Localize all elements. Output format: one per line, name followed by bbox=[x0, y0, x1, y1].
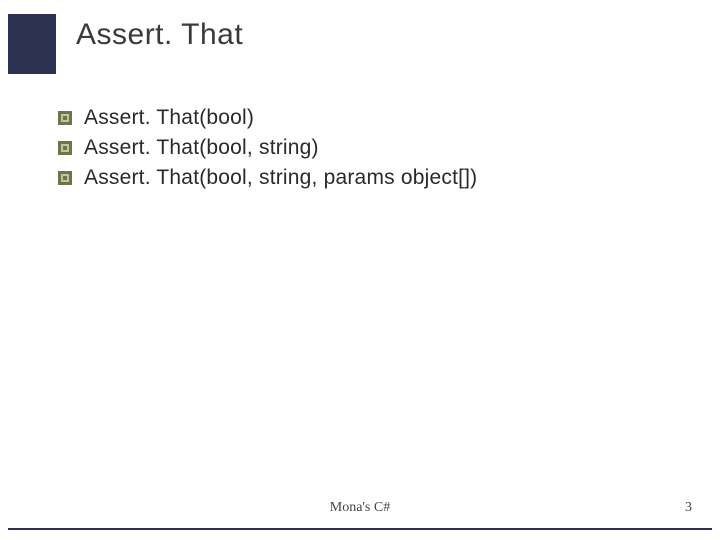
slide-title: Assert. That bbox=[76, 18, 243, 52]
list-item: Assert. That(bool, string, params object… bbox=[58, 166, 477, 190]
bullet-list: Assert. That(bool) Assert. That(bool, st… bbox=[58, 106, 477, 196]
list-item-text: Assert. That(bool) bbox=[84, 106, 254, 130]
page-number: 3 bbox=[685, 500, 692, 516]
bullet-icon bbox=[58, 141, 72, 155]
list-item: Assert. That(bool, string) bbox=[58, 136, 477, 160]
accent-block bbox=[8, 14, 56, 74]
bullet-icon bbox=[58, 111, 72, 125]
footer-label: Mona's C# bbox=[0, 500, 720, 516]
bullet-icon bbox=[58, 171, 72, 185]
list-item-text: Assert. That(bool, string) bbox=[84, 136, 319, 160]
bottom-rule bbox=[8, 528, 712, 530]
list-item-text: Assert. That(bool, string, params object… bbox=[84, 166, 477, 190]
list-item: Assert. That(bool) bbox=[58, 106, 477, 130]
